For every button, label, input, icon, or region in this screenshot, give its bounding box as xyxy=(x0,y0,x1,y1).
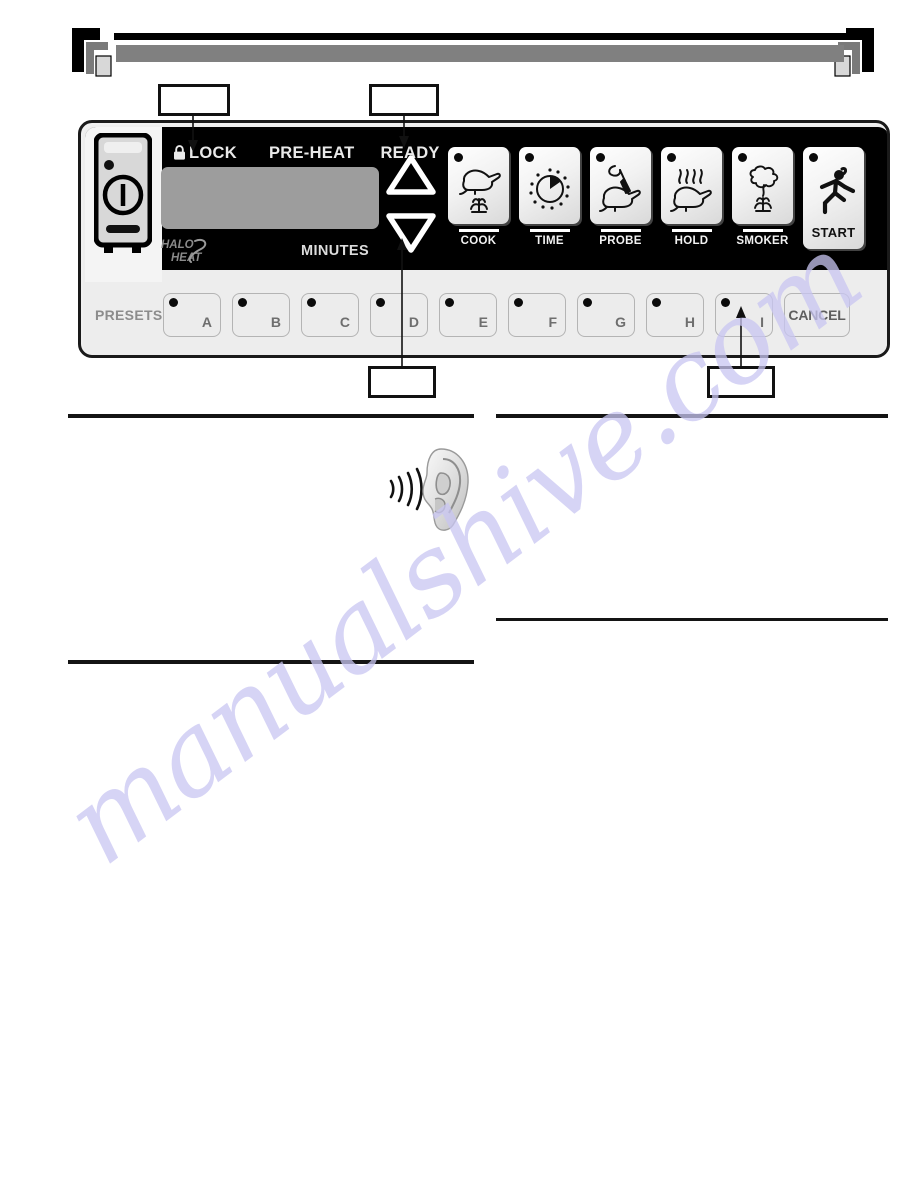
triangle-up-icon xyxy=(386,155,436,195)
led-indicator xyxy=(238,297,247,307)
led-indicator xyxy=(583,297,592,307)
probe-in-roast-icon xyxy=(590,157,651,219)
preset-label: B xyxy=(270,313,281,330)
top-frame-graphic xyxy=(0,0,918,80)
preset-button-b[interactable]: B xyxy=(232,292,290,337)
led-indicator xyxy=(721,297,730,307)
preset-button-d[interactable]: D xyxy=(370,292,428,337)
preset-label: A xyxy=(201,313,212,330)
section-rule-right-mid xyxy=(496,618,888,621)
preset-button-i[interactable]: I xyxy=(715,292,773,337)
preset-button-f[interactable]: F xyxy=(508,292,566,337)
svg-text:HALO: HALO xyxy=(161,239,194,251)
smoke-over-flame-icon xyxy=(732,157,793,219)
function-button-row: COOK TIME PROBE HOLD SMOKER START xyxy=(447,147,865,249)
function-button-smoker[interactable]: SMOKER xyxy=(731,147,794,249)
running-person-icon xyxy=(803,159,864,223)
preset-button-g[interactable]: G xyxy=(577,292,635,337)
oven-control-panel: LOCK PRE-HEAT READY HALO HEAT MINUTES CO… xyxy=(78,120,890,358)
function-underline xyxy=(458,229,499,232)
presets-row: PRESETS A B C D E F G H I CANCEL xyxy=(85,274,887,355)
function-underline xyxy=(529,229,570,232)
callout-box-lock xyxy=(158,84,230,116)
section-rule-left-top xyxy=(68,414,474,418)
function-button-cook[interactable]: COOK xyxy=(447,147,510,249)
presets-label: PRESETS xyxy=(95,306,163,323)
lcd-display xyxy=(161,167,379,229)
callout-box-arrow-up xyxy=(369,84,439,116)
function-underline xyxy=(671,229,712,232)
led-indicator xyxy=(652,297,661,307)
callout-box-arrow-down xyxy=(368,366,436,398)
increase-arrow-button[interactable] xyxy=(383,151,439,199)
preset-button-c[interactable]: C xyxy=(301,292,359,337)
callout-box-preset-i xyxy=(707,366,775,398)
function-label-hold: HOLD xyxy=(674,235,709,247)
function-label-cook: COOK xyxy=(460,235,497,247)
preset-button-e[interactable]: E xyxy=(439,292,497,337)
function-underline xyxy=(742,229,783,232)
led-indicator xyxy=(445,297,454,307)
function-underline xyxy=(600,229,641,232)
status-label-pre-heat: PRE-HEAT xyxy=(268,143,355,162)
function-button-start[interactable]: START xyxy=(802,147,865,249)
section-rule-left-mid xyxy=(68,660,474,664)
roast-over-flame-icon xyxy=(448,157,509,219)
function-button-probe[interactable]: PROBE xyxy=(589,147,652,249)
led-indicator xyxy=(514,297,523,307)
function-button-hold[interactable]: HOLD xyxy=(660,147,723,249)
led-indicator xyxy=(376,297,385,307)
minutes-label: MINUTES xyxy=(301,243,370,259)
preset-label: D xyxy=(408,313,419,330)
function-label-probe: PROBE xyxy=(599,235,642,247)
led-indicator xyxy=(169,297,178,307)
padlock-icon xyxy=(173,145,186,165)
preset-label: H xyxy=(684,313,695,330)
preset-label: E xyxy=(478,313,488,330)
preset-label: F xyxy=(548,313,557,330)
led-indicator xyxy=(307,297,316,307)
section-rule-right-top xyxy=(496,414,888,418)
preset-label: C xyxy=(339,313,350,330)
function-label-start: START xyxy=(811,225,856,240)
preset-button-a[interactable]: A xyxy=(163,292,221,337)
svg-text:HEAT: HEAT xyxy=(171,252,202,264)
power-button[interactable] xyxy=(93,132,153,255)
cancel-label: CANCEL xyxy=(788,306,846,323)
ear-listening-icon xyxy=(383,443,475,535)
preset-label: I xyxy=(760,313,764,330)
decrease-arrow-button[interactable] xyxy=(383,209,439,257)
cancel-button[interactable]: CANCEL xyxy=(784,292,850,337)
triangle-down-icon xyxy=(386,213,436,253)
preset-label: G xyxy=(615,313,626,330)
function-label-time: TIME xyxy=(535,235,564,247)
function-label-smoker: SMOKER xyxy=(736,235,789,247)
function-button-time[interactable]: TIME xyxy=(518,147,581,249)
status-label-lock: LOCK xyxy=(189,143,237,162)
timer-dial-icon xyxy=(519,157,580,219)
panel-inner-surface: LOCK PRE-HEAT READY HALO HEAT MINUTES CO… xyxy=(83,125,887,355)
preset-button-h[interactable]: H xyxy=(646,292,704,337)
halo-heat-logo: HALO HEAT xyxy=(161,235,241,265)
heat-waves-over-roast-icon xyxy=(661,157,722,219)
